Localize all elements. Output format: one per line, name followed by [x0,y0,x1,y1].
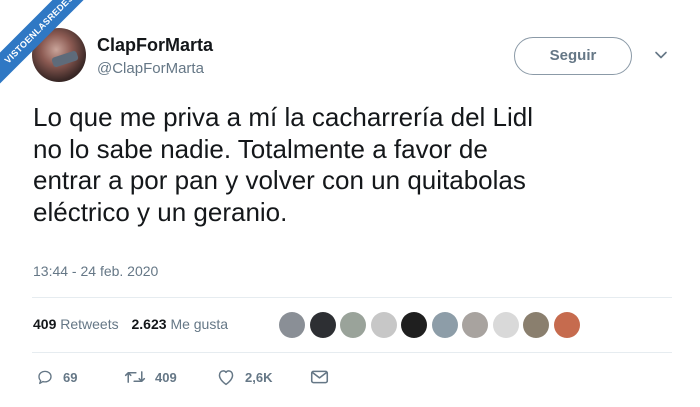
tweet-timestamp[interactable]: 13:44 - 24 feb. 2020 [33,263,158,279]
reply-count: 69 [63,369,78,385]
likes-label: Me gusta [170,316,229,332]
liker-avatar-10[interactable] [553,312,580,338]
chevron-down-icon[interactable] [654,48,668,62]
envelope-icon [310,370,329,384]
reply-icon [38,370,52,385]
divider-bottom [32,352,672,353]
liker-avatar-5[interactable] [401,312,427,338]
liker-avatar-3[interactable] [340,312,366,338]
retweets-label: Retweets [60,316,119,332]
author-display-name[interactable]: ClapForMarta [97,35,213,56]
likes-count: 2.623 [131,316,167,332]
author-handle[interactable]: @ClapForMarta [97,60,204,77]
heart-icon [218,370,234,386]
liker-avatar-2[interactable] [309,312,336,338]
retweet-count: 409 [155,369,177,385]
like-button[interactable]: 2,6K [216,366,272,388]
likes-stat[interactable]: 2.623 Me gusta [132,316,229,332]
engagement-stats: 409 Retweets 2.623 Me gusta [33,316,228,332]
liker-avatar-6[interactable] [431,312,458,338]
liker-avatar-1[interactable] [279,312,305,338]
liker-avatar-9[interactable] [523,312,549,338]
follow-button[interactable]: Seguir [514,37,632,75]
liker-avatar-8[interactable] [492,312,519,338]
like-count: 2,6K [245,369,273,385]
retweet-icon [124,371,146,383]
retweets-count: 409 [33,316,57,332]
retweet-button[interactable]: 409 [124,366,177,388]
liker-avatar-4[interactable] [370,312,397,338]
liker-avatar-7[interactable] [462,312,488,338]
tweet-actions: 69 409 2,6K [0,366,700,388]
tweet-text: Lo que me priva a mí la cacharrería del … [33,102,534,227]
reply-button[interactable]: 69 [36,366,77,388]
divider-top [32,297,672,298]
retweets-stat[interactable]: 409 Retweets [33,316,119,332]
direct-message-button[interactable] [310,366,329,388]
